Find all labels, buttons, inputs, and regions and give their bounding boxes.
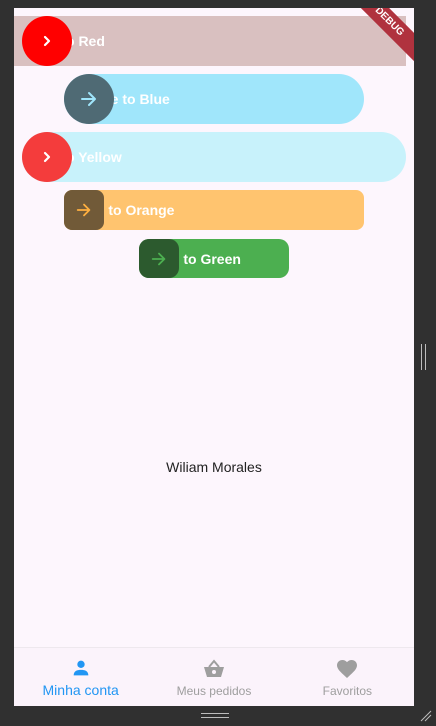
nav-label: Minha conta xyxy=(42,682,119,698)
nav-label: Favoritos xyxy=(322,684,372,698)
resize-grip-icon[interactable] xyxy=(420,710,432,722)
swipe-thumb-red[interactable] xyxy=(22,16,72,66)
nav-item-favoritos[interactable]: Favoritos xyxy=(281,648,414,706)
swipe-thumb-green[interactable] xyxy=(139,239,179,278)
swipe-to-yellow-slider[interactable]: o Yellow xyxy=(22,132,406,182)
app-screen: o Red Swipe to Blue o Yellow Swipe to Or… xyxy=(14,8,414,706)
swipe-to-red-slider[interactable]: o Red xyxy=(14,16,406,66)
nav-label: Meus pedidos xyxy=(176,684,252,698)
arrow-right-icon xyxy=(151,252,166,265)
swipe-thumb-yellow[interactable] xyxy=(22,132,72,182)
user-name-text: Wiliam Morales xyxy=(166,459,262,475)
bottom-navigation-bar: Minha conta Meus pedidos Favoritos xyxy=(14,647,414,706)
nav-item-minha-conta[interactable]: Minha conta xyxy=(14,648,147,706)
chevron-right-icon xyxy=(43,151,51,163)
heart-icon xyxy=(337,660,358,678)
swipe-thumb-orange[interactable] xyxy=(64,190,104,230)
basket-icon xyxy=(203,659,224,677)
chevron-right-icon xyxy=(43,35,51,47)
bottom-resize-handle[interactable] xyxy=(201,713,229,719)
swipe-to-orange-slider[interactable]: Swipe to Orange xyxy=(64,190,364,230)
swipe-thumb-blue[interactable] xyxy=(64,74,114,124)
swipe-label: o Yellow xyxy=(66,149,122,165)
arrow-right-icon xyxy=(76,203,91,217)
arrow-right-icon xyxy=(81,92,96,106)
person-icon xyxy=(73,660,88,676)
side-resize-handle[interactable] xyxy=(421,344,427,370)
nav-item-meus-pedidos[interactable]: Meus pedidos xyxy=(147,648,280,706)
